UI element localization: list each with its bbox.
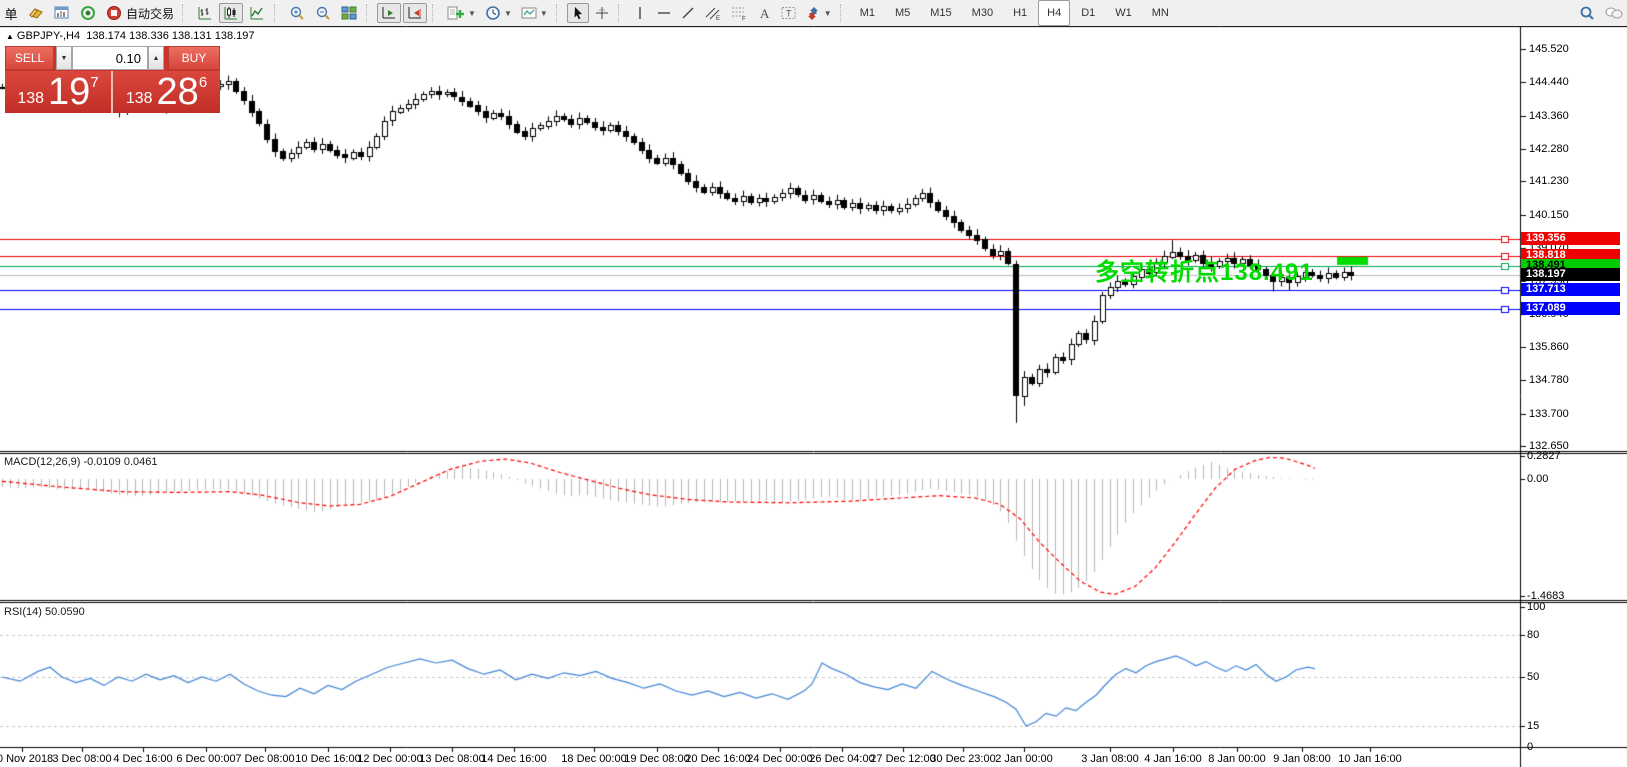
buy-price-display[interactable]: 138 28 6 [113,71,220,113]
date-tick-label: 14 Dec 16:00 [472,753,556,765]
price-tick-label: 140.150 [1529,209,1569,221]
timeframe-d1[interactable]: D1 [1072,0,1104,26]
signals-icon[interactable] [76,3,100,23]
timeframe-m1[interactable]: M1 [851,0,884,26]
price-line-label: 138.197 [1521,268,1620,281]
main-toolbar: 单自动交易▼▼▼EFAT▼M1M5M15M30H1H4D1W1MN [0,0,1627,26]
sell-price-pip: 7 [90,74,98,91]
macd-indicator-label: MACD(12,26,9) -0.0109 0.0461 [4,456,157,468]
new-order-partial-button[interactable]: 单 [0,3,22,23]
sell-button[interactable]: SELL [5,46,54,70]
toolbar-separator [182,4,188,22]
sell-price-display[interactable]: 138 19 7 [5,71,111,113]
turning-point-annotation[interactable]: 多空转折点138.491 [1095,252,1314,287]
rsi-indicator-label: RSI(14) 50.0590 [4,606,85,618]
zoom-out-icon[interactable] [311,3,335,23]
bar-chart-icon[interactable] [193,3,217,23]
lot-increase-button[interactable]: ▲ [148,46,164,70]
templates-icon[interactable]: ▼ [517,3,551,23]
timeframe-w1[interactable]: W1 [1106,0,1141,26]
price-tick-label: 142.280 [1529,143,1569,155]
ohlc-open: 138.174 [86,30,126,42]
rsi-scale-label: 0 [1527,741,1533,753]
price-line-label[interactable]: 139.356 [1521,232,1620,245]
rsi-scale-label: 80 [1527,629,1539,641]
tile-windows-icon[interactable] [337,3,361,23]
price-tick-label: 144.440 [1529,76,1569,88]
indicators-icon[interactable]: ▼ [443,3,479,23]
cursor-icon[interactable] [567,3,589,23]
toolbar-separator [840,4,846,22]
equidistant-channel-icon[interactable]: E [701,3,725,23]
rsi-scale-label: 100 [1527,601,1545,613]
price-line-label[interactable]: 137.089 [1521,302,1620,315]
buy-price-prefix: 138 [126,90,153,108]
lot-size-input[interactable] [72,46,148,70]
new-chart-icon[interactable] [50,3,74,23]
horizontal-line-icon[interactable] [653,3,675,23]
timeframe-h4[interactable]: H4 [1038,0,1070,26]
periods-icon[interactable]: ▼ [481,3,515,23]
toolbar-separator [432,4,438,22]
crosshair-icon[interactable] [591,3,613,23]
price-tick-label: 141.230 [1529,175,1569,187]
sell-price-big: 19 [48,73,90,111]
price-tick-label: 145.520 [1529,43,1569,55]
timeframe-m15[interactable]: M15 [921,0,960,26]
toolbar-separator [556,4,562,22]
vertical-line-icon[interactable] [629,3,651,23]
price-tick-label: 134.780 [1529,374,1569,386]
svg-text:F: F [742,17,746,22]
svg-text:A: A [760,6,770,21]
macd-scale-label: 0.2827 [1527,450,1561,462]
candlestick-chart-icon[interactable] [219,3,243,23]
autotrading-button[interactable]: 自动交易 [102,3,177,23]
ohlc-low: 138.131 [172,30,212,42]
svg-text:E: E [716,16,720,21]
zoom-in-icon[interactable] [285,3,309,23]
price-line-label[interactable]: 137.713 [1521,283,1620,296]
chat-icon[interactable] [1601,3,1627,23]
rsi-scale-label: 50 [1527,671,1539,683]
macd-scale-label: 0.00 [1527,473,1548,485]
timeframe-mn[interactable]: MN [1143,0,1178,26]
price-tick-label: 143.360 [1529,110,1569,122]
timeframe-m30[interactable]: M30 [963,0,1002,26]
buy-price-pip: 6 [199,74,207,91]
fibonacci-icon[interactable]: F [727,3,751,23]
timeframe-m5[interactable]: M5 [886,0,919,26]
ohlc-close: 138.197 [215,30,255,42]
toolbar-separator [274,4,280,22]
symbol-name: GBPJPY-,H4 [17,30,80,42]
buy-price-big: 28 [157,73,199,111]
price-tick-label: 135.860 [1529,341,1569,353]
one-click-trading-panel: SELL ▼ ▲ BUY 138 19 7 138 28 6 [5,46,220,113]
text-label-icon[interactable]: T [777,3,801,23]
auto-scroll-icon[interactable] [377,3,401,23]
price-display-divider [111,71,113,113]
arrows-icon[interactable]: ▼ [803,3,835,23]
sell-price-prefix: 138 [17,90,44,108]
date-tick-label: 10 Jan 16:00 [1328,753,1412,765]
chart-canvas[interactable] [0,0,1627,767]
timeframe-h1[interactable]: H1 [1004,0,1036,26]
price-tick-label: 133.700 [1529,408,1569,420]
trendline-icon[interactable] [677,3,699,23]
line-chart-icon[interactable] [245,3,269,23]
symbol-info-bar[interactable]: ▲GBPJPY-,H4 138.174 138.336 138.131 138.… [6,30,254,42]
collapse-arrow-icon[interactable]: ▲ [6,32,14,41]
chart-shift-icon[interactable] [403,3,427,23]
text-icon[interactable]: A [753,3,775,23]
rsi-scale-label: 15 [1527,720,1539,732]
buy-button[interactable]: BUY [168,46,220,70]
ohlc-high: 138.336 [129,30,169,42]
lot-decrease-button[interactable]: ▼ [56,46,72,70]
history-center-icon[interactable] [24,3,48,23]
svg-text:T: T [786,9,792,19]
toolbar-separator [618,4,624,22]
search-icon[interactable] [1575,3,1599,23]
toolbar-separator [366,4,372,22]
date-tick-label: 2 Jan 00:00 [982,753,1066,765]
